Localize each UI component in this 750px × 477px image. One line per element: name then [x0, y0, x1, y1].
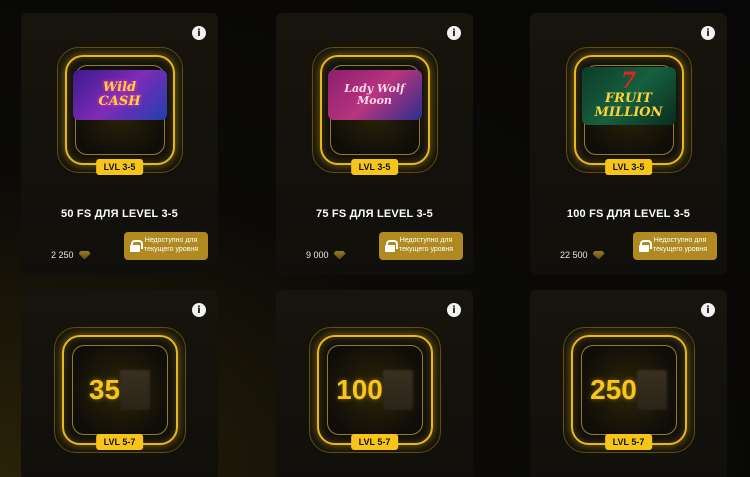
level-badge: LVL 5-7	[95, 434, 144, 450]
bonus-amount-value: 250	[590, 374, 637, 405]
gem-icon	[592, 250, 605, 260]
game-frame: 7 FRUIT MILLION	[565, 47, 692, 173]
unavailable-button[interactable]: Недоступно для текущего уровня	[124, 232, 208, 260]
amount-frame: 35	[53, 327, 186, 453]
bonus-card-6[interactable]: i 250 LVL 5-7	[530, 290, 727, 477]
lock-icon	[130, 240, 143, 252]
blurred-currency	[120, 370, 151, 410]
info-icon[interactable]: i	[701, 303, 715, 317]
game-frame: Wild CASH	[56, 47, 183, 173]
game-thumbnail-fruit-million[interactable]: 7 FRUIT MILLION	[581, 67, 676, 125]
bonus-amount: 35	[62, 370, 178, 410]
bonus-card-4[interactable]: i 35 LVL 5-7	[21, 290, 218, 477]
lock-icon	[639, 240, 652, 252]
gem-icon	[78, 250, 91, 260]
unavailable-button[interactable]: Недоступно для текущего уровня	[379, 232, 463, 260]
card-title: 100 FS ДЛЯ LEVEL 3-5	[566, 208, 691, 220]
game-thumbnail-title: Wild	[102, 80, 137, 96]
info-icon[interactable]: i	[192, 303, 206, 317]
price-value: 22 500	[560, 250, 588, 260]
blurred-currency	[636, 370, 667, 410]
game-thumbnail-subtitle: CASH	[98, 94, 141, 109]
price-value: 9 000	[306, 250, 329, 260]
unavailable-label: Недоступно для текущего уровня	[144, 237, 199, 253]
game-thumbnail-wild-cash[interactable]: Wild CASH	[72, 70, 167, 120]
level-badge: LVL 5-7	[604, 434, 653, 450]
price-value: 2 250	[51, 250, 74, 260]
bonus-amount-value: 35	[88, 374, 121, 405]
level-badge: LVL 3-5	[350, 159, 399, 175]
price: 9 000	[306, 250, 346, 260]
bonus-card-2[interactable]: i Lady Wolf Moon LVL 3-5 75 FS ДЛЯ LEVEL…	[276, 13, 473, 275]
unavailable-button[interactable]: Недоступно для текущего уровня	[633, 232, 717, 260]
gem-icon	[333, 250, 346, 260]
bonus-amount-value: 100	[336, 374, 383, 405]
bonus-amount: 100	[317, 370, 433, 410]
amount-frame: 100	[308, 327, 441, 453]
lock-icon	[385, 240, 398, 252]
info-icon[interactable]: i	[447, 26, 461, 40]
game-thumbnail-lady-wolf-moon[interactable]: Lady Wolf Moon	[327, 70, 422, 120]
game-thumbnail-seven: 7	[620, 68, 637, 95]
level-badge: LVL 3-5	[604, 159, 653, 175]
info-icon[interactable]: i	[447, 303, 461, 317]
game-thumbnail-subtitle: MILLION	[594, 104, 663, 120]
game-thumbnail-title: FRUIT	[604, 91, 653, 107]
level-badge: LVL 3-5	[95, 159, 144, 175]
price: 22 500	[560, 250, 605, 260]
game-thumbnail-subtitle: Moon	[357, 94, 392, 107]
blurred-currency	[382, 370, 413, 410]
bonus-card-1[interactable]: i Wild CASH LVL 3-5 50 FS ДЛЯ LEVEL 3-5 …	[21, 13, 218, 275]
bonus-amount: 250	[571, 370, 687, 410]
card-title: 50 FS ДЛЯ LEVEL 3-5	[61, 208, 178, 220]
price: 2 250	[51, 250, 91, 260]
info-icon[interactable]: i	[192, 26, 206, 40]
unavailable-label: Недоступно для текущего уровня	[653, 237, 708, 253]
game-frame: Lady Wolf Moon	[311, 47, 438, 173]
card-title: 75 FS ДЛЯ LEVEL 3-5	[316, 208, 433, 220]
unavailable-label: Недоступно для текущего уровня	[399, 237, 454, 253]
amount-frame: 250	[562, 327, 695, 453]
bonus-card-5[interactable]: i 100 LVL 5-7	[276, 290, 473, 477]
bonus-card-3[interactable]: i 7 FRUIT MILLION LVL 3-5 100 FS ДЛЯ LEV…	[530, 13, 727, 275]
level-badge: LVL 5-7	[350, 434, 399, 450]
info-icon[interactable]: i	[701, 26, 715, 40]
